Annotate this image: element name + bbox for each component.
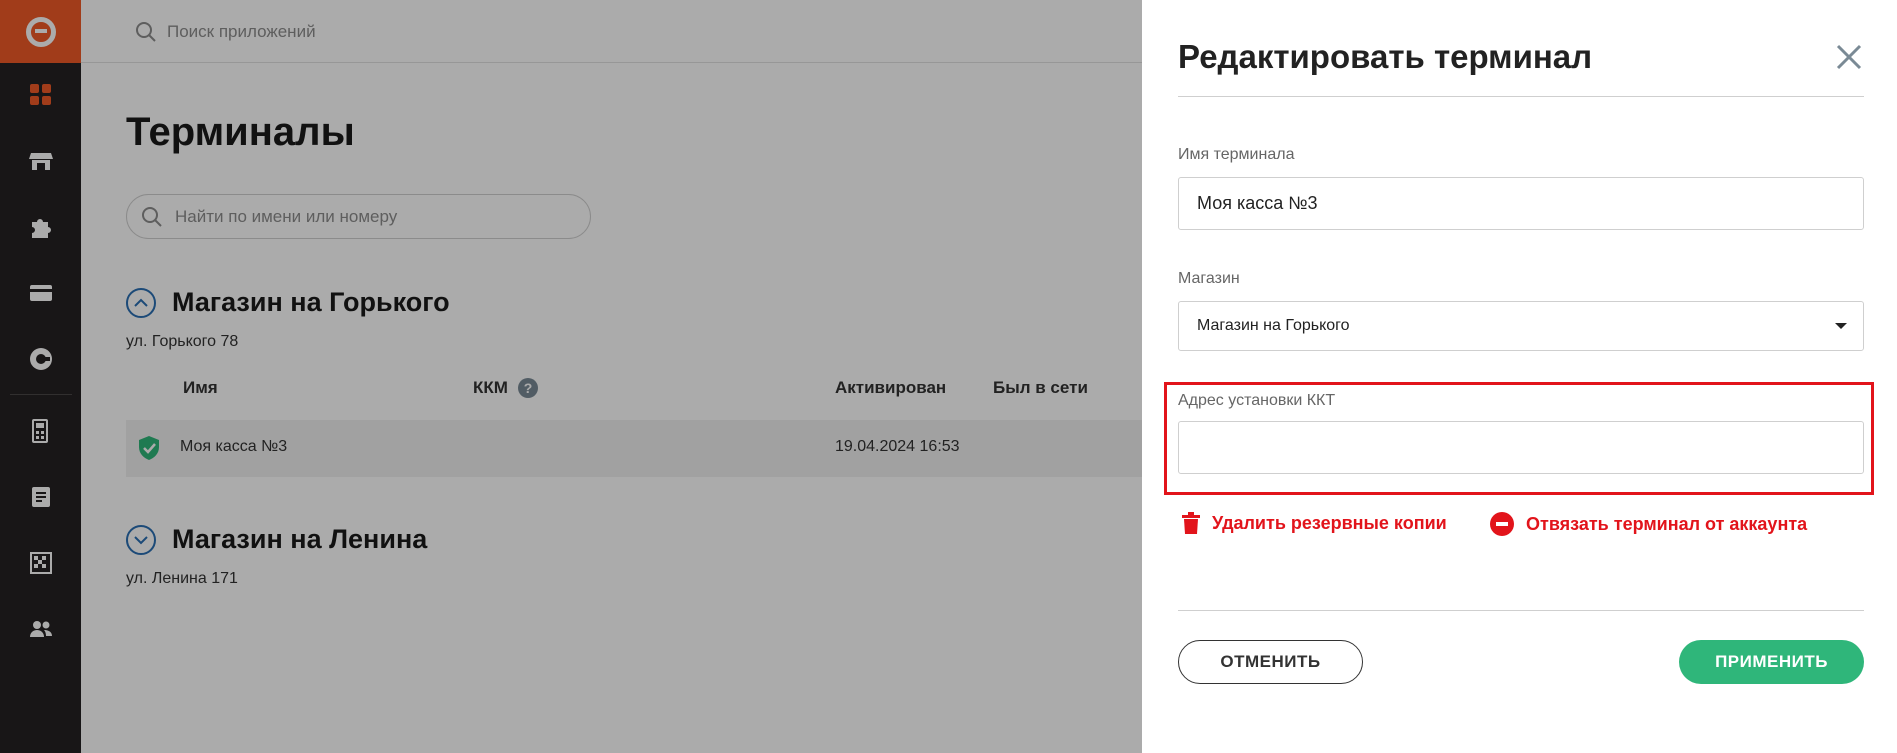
address-input[interactable] <box>1178 421 1864 474</box>
store-label: Магазин <box>1178 270 1240 287</box>
delete-backups-link[interactable]: Удалить резервные копии <box>1182 512 1447 534</box>
panel-title: Редактировать терминал <box>1178 38 1593 75</box>
terminal-name-label: Имя терминала <box>1178 146 1295 163</box>
cancel-button[interactable]: ОТМЕНИТЬ <box>1178 640 1363 684</box>
caret-down-icon <box>1835 323 1847 329</box>
terminal-name-input[interactable]: Моя касса №3 <box>1178 177 1864 230</box>
delete-backups-label: Удалить резервные копии <box>1212 512 1447 533</box>
panel-divider <box>1178 96 1864 97</box>
store-select[interactable]: Магазин на Горького <box>1178 301 1864 351</box>
minus-circle-icon <box>1490 512 1514 536</box>
terminal-name-value: Моя касса №3 <box>1197 193 1318 213</box>
close-icon[interactable] <box>1834 42 1864 72</box>
unlink-terminal-label: Отвязать терминал от аккаунта <box>1526 513 1808 534</box>
apply-button[interactable]: ПРИМЕНИТЬ <box>1679 640 1864 684</box>
modal-overlay[interactable] <box>0 0 1142 753</box>
panel-footer-divider <box>1178 610 1864 611</box>
trash-icon <box>1182 512 1200 534</box>
unlink-terminal-link[interactable]: Отвязать терминал от аккаунта <box>1490 512 1807 536</box>
store-value: Магазин на Горького <box>1197 317 1350 334</box>
edit-terminal-panel: Редактировать терминал Имя терминала Моя… <box>1142 0 1897 753</box>
address-label: Адрес установки ККТ <box>1178 392 1336 409</box>
